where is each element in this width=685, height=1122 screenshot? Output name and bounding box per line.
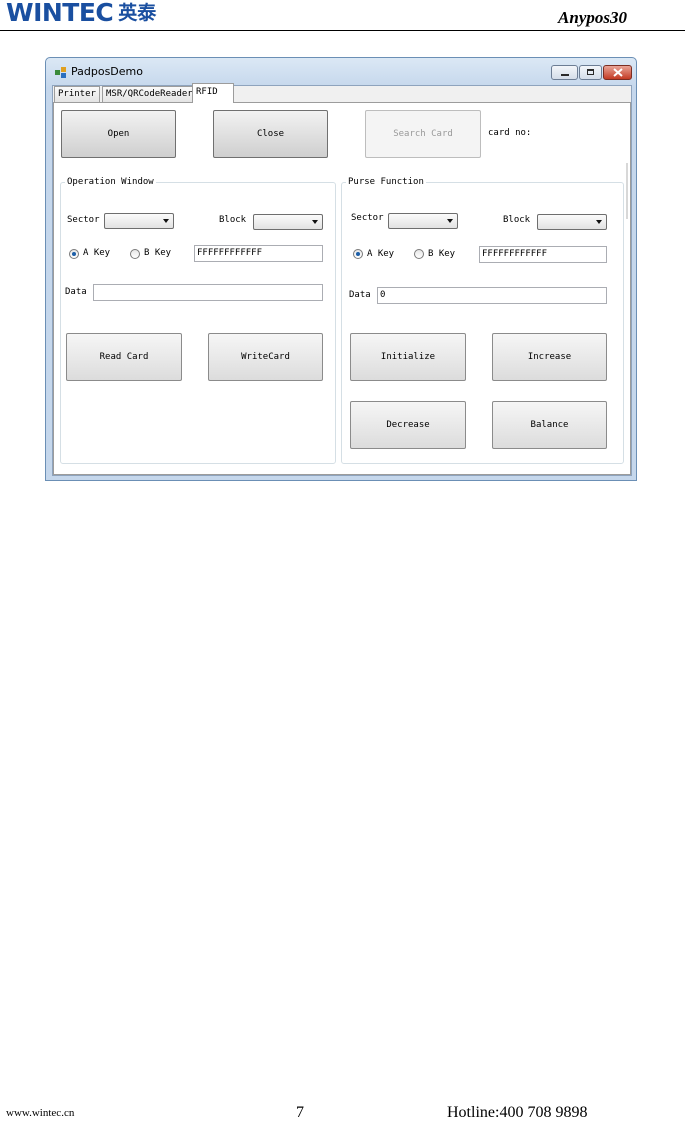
footer-hotline: Hotline:400 708 9898 (447, 1104, 588, 1121)
data-label: Data (65, 287, 87, 297)
close-button[interactable] (603, 65, 632, 80)
logo-text: WINTEC (6, 0, 114, 27)
operation-window-title: Operation Window (65, 176, 156, 188)
operation-window-group: Operation Window Sector Block A Key B Ke… (60, 176, 336, 464)
maximize-button[interactable] (579, 65, 602, 80)
purse-function-title: Purse Function (346, 176, 426, 188)
card-no-label: card no: (488, 128, 532, 138)
panel-edge (626, 163, 628, 219)
read-card-button[interactable]: Read Card (66, 333, 182, 381)
logo-cn-text: 英泰 (118, 2, 157, 24)
b-key-radio[interactable] (414, 249, 424, 259)
decrease-button[interactable]: Decrease (350, 401, 466, 449)
balance-button[interactable]: Balance (492, 401, 607, 449)
sector-label: Sector (351, 213, 384, 223)
minimize-icon (561, 74, 569, 76)
sector-dropdown[interactable] (388, 213, 458, 229)
increase-button[interactable]: Increase (492, 333, 607, 381)
page-number: 7 (296, 1104, 304, 1121)
a-key-radio[interactable] (353, 249, 363, 259)
rfid-tab-panel: Open Close Search Card card no: Operatio… (53, 102, 631, 475)
window-title: PadposDemo (71, 65, 143, 78)
block-dropdown[interactable] (253, 214, 323, 230)
footer-website: www.wintec.cn (6, 1107, 75, 1119)
doc-title: Anypos30 (558, 8, 627, 27)
sector-dropdown[interactable] (104, 213, 174, 229)
initialize-button[interactable]: Initialize (350, 333, 466, 381)
b-key-radio[interactable] (130, 249, 140, 259)
block-label: Block (219, 215, 247, 225)
close-icon (613, 68, 623, 77)
tab-msr-qrcode-reader[interactable]: MSR/QRCodeReader (102, 86, 197, 102)
minimize-button[interactable] (551, 65, 578, 80)
key-input[interactable]: FFFFFFFFFFFF (479, 246, 607, 263)
tab-rfid[interactable]: RFID (192, 83, 234, 103)
chevron-down-icon (447, 219, 453, 223)
a-key-label: A Key (367, 249, 395, 259)
chevron-down-icon (312, 220, 318, 224)
b-key-label: B Key (428, 249, 456, 259)
chevron-down-icon (163, 219, 169, 223)
window-titlebar[interactable]: PadposDemo (46, 58, 636, 86)
a-key-label: A Key (83, 248, 111, 258)
search-card-button[interactable]: Search Card (365, 110, 481, 158)
data-input[interactable] (93, 284, 323, 301)
a-key-radio[interactable] (69, 249, 79, 259)
data-input[interactable]: 0 (377, 287, 607, 304)
block-dropdown[interactable] (537, 214, 607, 230)
close-port-button[interactable]: Close (213, 110, 328, 158)
b-key-label: B Key (144, 248, 172, 258)
data-label: Data (349, 290, 371, 300)
sector-label: Sector (67, 215, 100, 225)
block-label: Block (503, 215, 531, 225)
maximize-icon (587, 69, 594, 75)
padpos-demo-window: PadposDemo Printer MSR/QRCodeReader RFID… (45, 57, 637, 481)
wintec-logo: WINTEC 英泰 (6, 0, 156, 26)
app-icon (55, 67, 67, 78)
window-client-area: Printer MSR/QRCodeReader RFID Open Close… (52, 83, 632, 476)
tab-printer[interactable]: Printer (54, 86, 100, 102)
header-divider (0, 30, 685, 31)
open-button[interactable]: Open (61, 110, 176, 158)
chevron-down-icon (596, 220, 602, 224)
purse-function-group: Purse Function Sector Block A Key B Key … (341, 176, 624, 464)
key-input[interactable]: FFFFFFFFFFFF (194, 245, 323, 262)
write-card-button[interactable]: WriteCard (208, 333, 323, 381)
